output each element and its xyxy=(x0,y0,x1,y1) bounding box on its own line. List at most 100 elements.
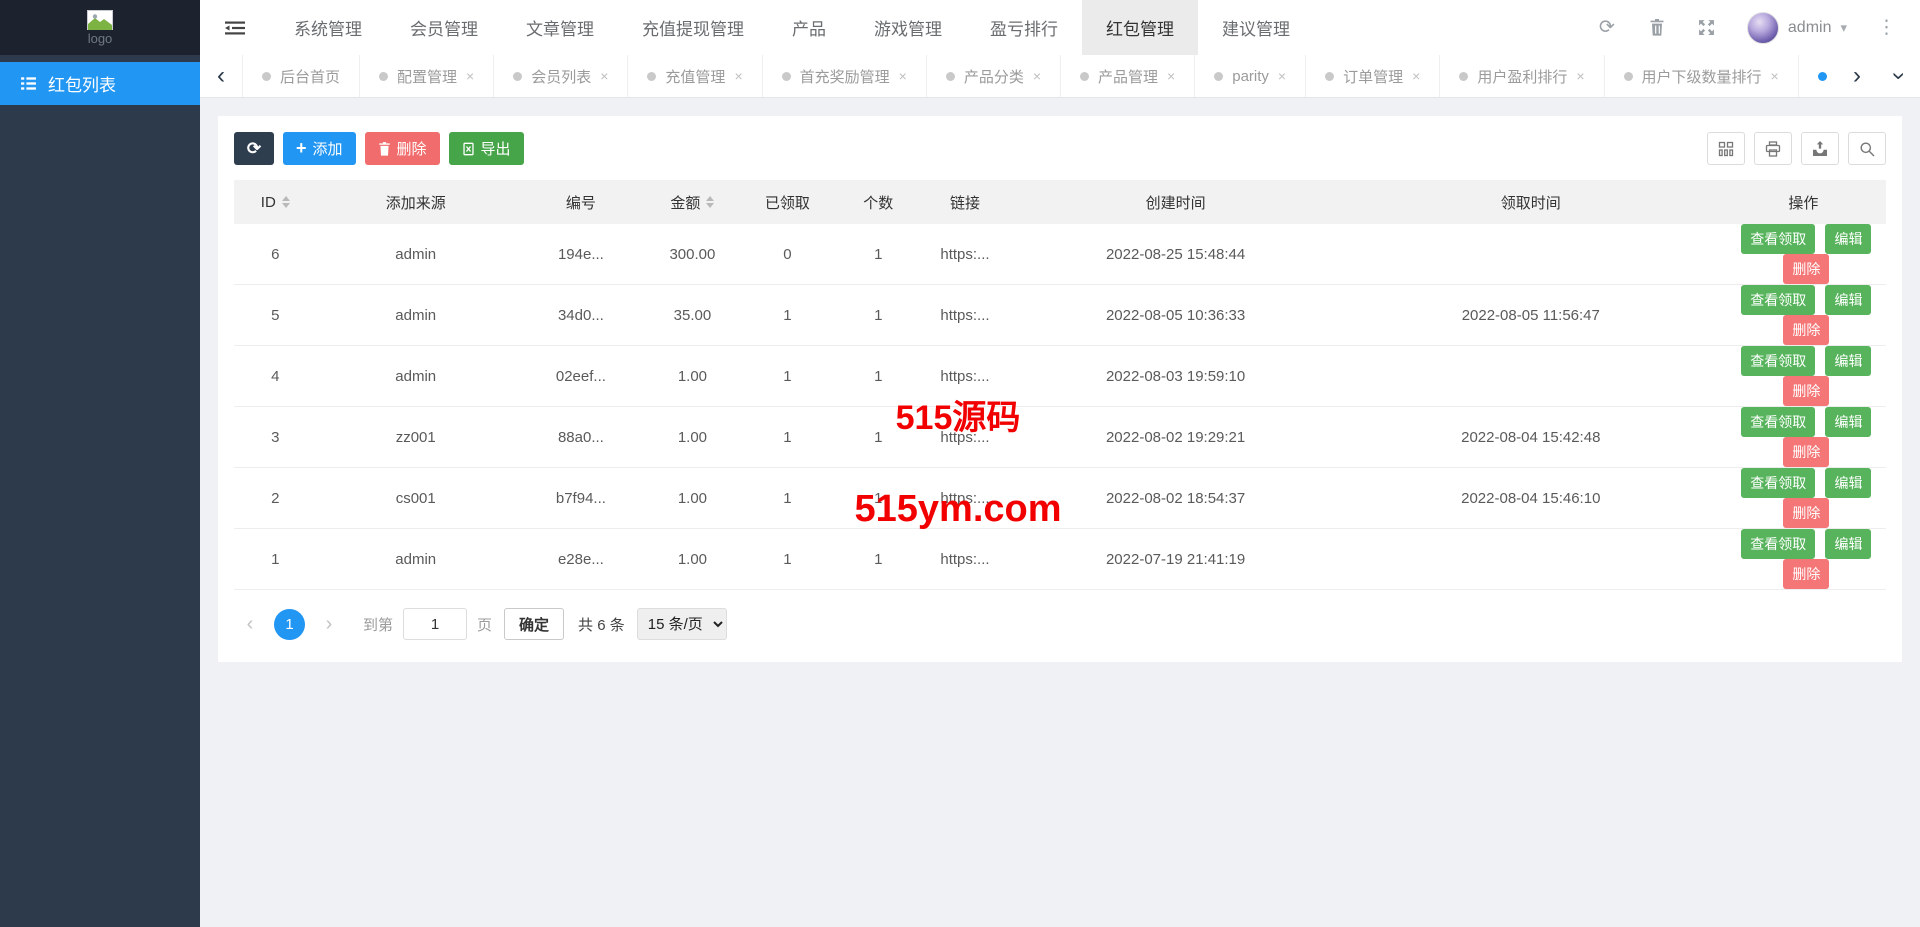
column-header[interactable]: ID xyxy=(234,180,317,224)
column-header[interactable]: 创建时间 xyxy=(1010,180,1340,224)
column-header[interactable]: 已领取 xyxy=(738,180,837,224)
edit-button[interactable]: 编辑 xyxy=(1825,407,1871,437)
refresh-button[interactable] xyxy=(234,132,274,165)
topnav-item-label: 产品 xyxy=(792,15,826,40)
search-icon[interactable] xyxy=(1848,132,1886,165)
topnav-item[interactable]: 游戏管理 xyxy=(850,0,966,55)
edit-button[interactable]: 编辑 xyxy=(1825,224,1871,254)
print-icon[interactable] xyxy=(1754,132,1792,165)
view-claims-button[interactable]: 查看领取 xyxy=(1741,529,1815,559)
tab-close-icon[interactable] xyxy=(1167,68,1175,84)
tab[interactable]: 会员列表 xyxy=(494,55,628,97)
row-delete-button[interactable]: 删除 xyxy=(1783,315,1829,345)
sort-icon[interactable] xyxy=(282,192,290,212)
tab[interactable]: 产品管理 xyxy=(1061,55,1195,97)
column-header[interactable]: 领取时间 xyxy=(1341,180,1721,224)
sidebar-toggle-icon[interactable] xyxy=(200,0,270,55)
edit-button[interactable]: 编辑 xyxy=(1825,468,1871,498)
confirm-button[interactable]: 确定 xyxy=(504,608,564,640)
page-size-select[interactable]: 15 条/页 xyxy=(637,608,727,640)
tab[interactable]: 配置管理 xyxy=(360,55,494,97)
tab[interactable]: 产品分类 xyxy=(927,55,1061,97)
sidebar-item-redpacket-list[interactable]: 红包列表 xyxy=(0,62,200,105)
cell-id: 3 xyxy=(234,407,317,468)
view-claims-button[interactable]: 查看领取 xyxy=(1741,346,1815,376)
edit-button[interactable]: 编辑 xyxy=(1825,285,1871,315)
tab[interactable]: 用户盈利排行 xyxy=(1440,55,1604,97)
tab-close-icon[interactable] xyxy=(466,68,474,84)
column-header[interactable]: 添加来源 xyxy=(317,180,515,224)
app-root: logo 系统管理 会员管理 文章管理 充值提现管理 产品 游戏管理 盈亏排行 … xyxy=(0,0,1920,927)
tab[interactable]: 红包列表 xyxy=(1799,55,1836,97)
topnav-item[interactable]: 红包管理 xyxy=(1082,0,1198,55)
kebab-menu-icon[interactable] xyxy=(1877,16,1896,39)
topnav-item[interactable]: 建议管理 xyxy=(1198,0,1314,55)
next-page-icon[interactable] xyxy=(313,608,345,640)
tab-label: parity xyxy=(1232,68,1269,85)
tab-close-icon[interactable] xyxy=(734,68,742,84)
row-delete-button[interactable]: 删除 xyxy=(1783,254,1829,284)
prev-page-icon[interactable] xyxy=(234,608,266,640)
topnav-item[interactable]: 充值提现管理 xyxy=(618,0,768,55)
column-header[interactable]: 金额 xyxy=(647,180,738,224)
row-delete-button[interactable]: 删除 xyxy=(1783,376,1829,406)
trash-icon[interactable] xyxy=(1647,18,1667,38)
column-header[interactable]: 个数 xyxy=(837,180,920,224)
table-row: 3 zz001 88a0... 1.00 1 1 https:... 2022-… xyxy=(234,407,1886,468)
tab-close-icon[interactable] xyxy=(600,68,608,84)
user-menu[interactable]: admin xyxy=(1747,12,1847,44)
tab-close-icon[interactable] xyxy=(1576,68,1584,84)
edit-button[interactable]: 编辑 xyxy=(1825,529,1871,559)
view-claims-button[interactable]: 查看领取 xyxy=(1741,224,1815,254)
tab[interactable]: parity xyxy=(1195,55,1306,97)
row-delete-button[interactable]: 删除 xyxy=(1783,498,1829,528)
add-button[interactable]: 添加 xyxy=(283,132,356,165)
tab-close-icon[interactable] xyxy=(1412,68,1420,84)
table-row: 5 admin 34d0... 35.00 1 1 https:... 2022… xyxy=(234,285,1886,346)
view-claims-button[interactable]: 查看领取 xyxy=(1741,407,1815,437)
tab[interactable]: 充值管理 xyxy=(628,55,762,97)
tab[interactable]: 首充奖励管理 xyxy=(763,55,927,97)
tab-dot-icon xyxy=(513,72,522,81)
cell-amount: 1.00 xyxy=(647,468,738,529)
tab[interactable]: 用户下级数量排行 xyxy=(1605,55,1799,97)
delete-button[interactable]: 删除 xyxy=(365,132,440,165)
page-number[interactable]: 1 xyxy=(274,609,305,640)
tab-close-icon[interactable] xyxy=(899,68,907,84)
cell-id: 2 xyxy=(234,468,317,529)
column-header[interactable]: 操作 xyxy=(1721,180,1886,224)
tab[interactable]: 订单管理 xyxy=(1306,55,1440,97)
cell-created-at: 2022-07-19 21:41:19 xyxy=(1010,529,1340,590)
fullscreen-icon[interactable] xyxy=(1697,18,1717,38)
view-claims-button[interactable]: 查看领取 xyxy=(1741,285,1815,315)
columns-toggle-icon[interactable] xyxy=(1707,132,1745,165)
avatar[interactable] xyxy=(1747,12,1779,44)
goto-page-input[interactable] xyxy=(403,608,467,640)
row-delete-button[interactable]: 删除 xyxy=(1783,437,1829,467)
export-button[interactable]: 导出 xyxy=(449,132,524,165)
topnav-item[interactable]: 盈亏排行 xyxy=(966,0,1082,55)
column-header[interactable]: 编号 xyxy=(515,180,647,224)
cell-code: 88a0... xyxy=(515,407,647,468)
row-delete-button[interactable]: 删除 xyxy=(1783,559,1829,589)
column-header[interactable]: 链接 xyxy=(920,180,1011,224)
tab-close-icon[interactable] xyxy=(1771,68,1779,84)
tabs-scroll-right-icon[interactable] xyxy=(1836,55,1878,97)
topnav-item[interactable]: 会员管理 xyxy=(386,0,502,55)
topnav-item[interactable]: 文章管理 xyxy=(502,0,618,55)
topnav-item-label: 建议管理 xyxy=(1222,15,1290,40)
topnav-item[interactable]: 产品 xyxy=(768,0,850,55)
refresh-icon[interactable] xyxy=(1597,18,1617,38)
tab-close-icon[interactable] xyxy=(1278,68,1286,84)
tab[interactable]: 后台首页 xyxy=(243,55,360,97)
sort-icon[interactable] xyxy=(706,192,714,212)
import-icon[interactable] xyxy=(1801,132,1839,165)
tab-close-icon[interactable] xyxy=(1033,68,1041,84)
view-claims-button[interactable]: 查看领取 xyxy=(1741,468,1815,498)
tabs-scroll-left-icon[interactable] xyxy=(200,55,242,97)
cell-actions: 查看领取 编辑 删除 xyxy=(1721,346,1886,407)
table-tools xyxy=(1707,132,1886,165)
edit-button[interactable]: 编辑 xyxy=(1825,346,1871,376)
topnav-item[interactable]: 系统管理 xyxy=(270,0,386,55)
tabs-dropdown-icon[interactable] xyxy=(1878,55,1920,97)
